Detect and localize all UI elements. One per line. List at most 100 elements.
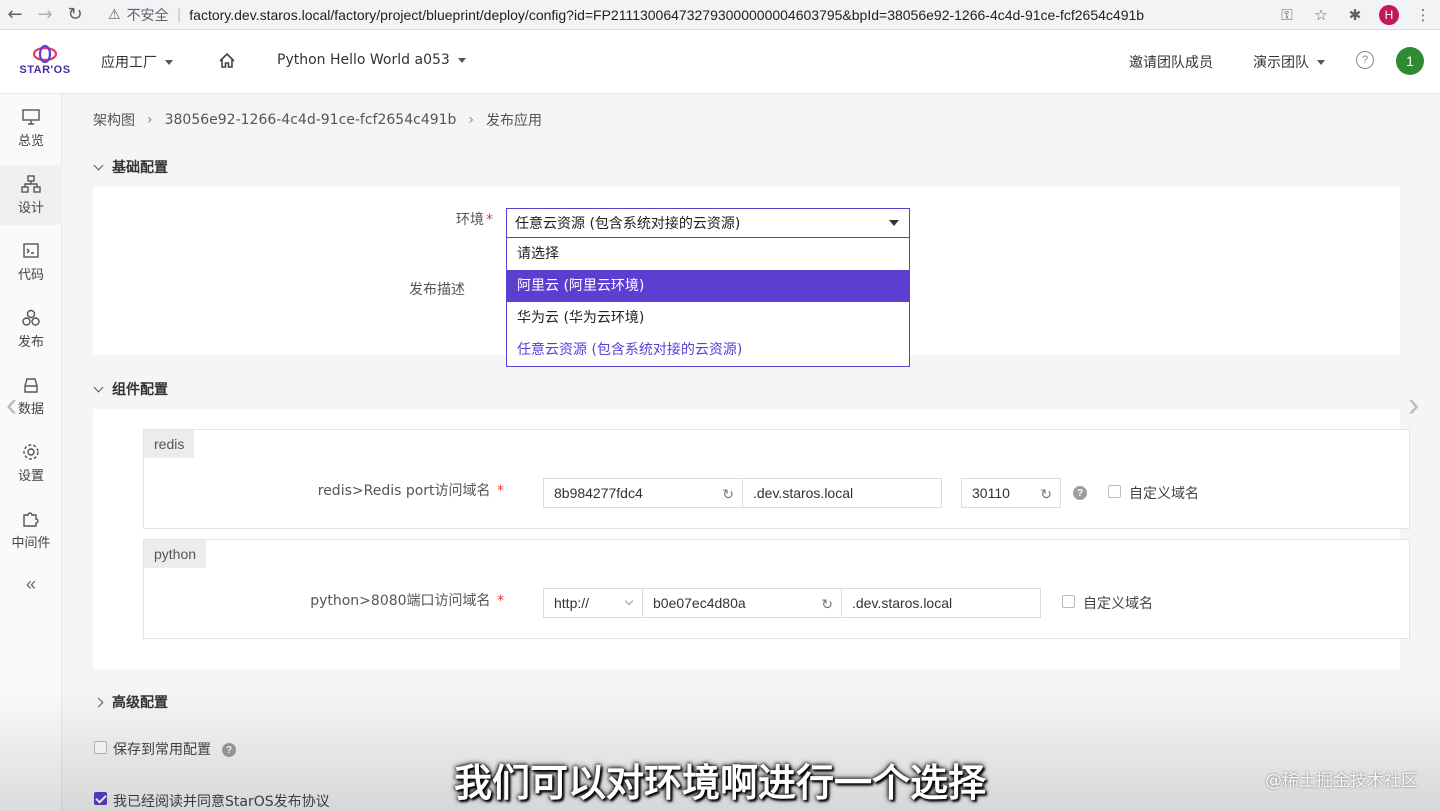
team-menu[interactable]: 演示团队 xyxy=(1253,52,1325,72)
env-option-aliyun[interactable]: 阿里云 (阿里云环境) xyxy=(507,270,909,302)
caret-down-icon xyxy=(457,57,466,63)
back-icon[interactable]: ← xyxy=(0,0,30,30)
breadcrumb-item[interactable]: 架构图 xyxy=(93,110,135,130)
redis-subdomain-input[interactable]: 8b984277fdc4 ↻ xyxy=(543,478,743,508)
breadcrumb: 架构图 › 38056e92-1266-4c4d-91ce-fcf2654c49… xyxy=(93,110,542,130)
refresh-icon[interactable]: ↻ xyxy=(1040,486,1052,503)
section-title: 基础配置 xyxy=(112,160,168,176)
reload-icon[interactable]: ↻ xyxy=(60,0,90,30)
redis-component: redis redis>Redis port访问域名 * 8b984277fdc… xyxy=(143,429,1410,529)
sidebar-item-label: 设计 xyxy=(17,201,44,216)
sidebar-item-label: 总览 xyxy=(17,134,44,149)
app-menu-label: 应用工厂 xyxy=(101,55,157,71)
browser-actions: ⚿ ☆ ✱ H ⋮ xyxy=(1270,0,1440,30)
env-option-placeholder[interactable]: 请选择 xyxy=(507,238,909,270)
refresh-icon[interactable]: ↻ xyxy=(821,596,833,613)
user-avatar[interactable]: 1 xyxy=(1396,47,1424,75)
insecure-label: 不安全 xyxy=(126,8,169,24)
logo[interactable]: STAR'OS xyxy=(18,44,72,84)
forward-icon[interactable]: → xyxy=(30,0,60,30)
more-icon[interactable]: ⋮ xyxy=(1406,0,1440,30)
help-icon[interactable]: ? xyxy=(1356,51,1374,69)
extension-icon[interactable]: ✱ xyxy=(1338,0,1372,30)
sidebar-item-design[interactable]: 设计 xyxy=(0,165,62,225)
component-tag: python xyxy=(144,540,207,568)
main-content: 架构图 › 38056e92-1266-4c4d-91ce-fcf2654c49… xyxy=(63,94,1440,811)
env-label: 环境 * xyxy=(456,212,493,228)
team-menu-label: 演示团队 xyxy=(1253,55,1309,71)
required-mark: * xyxy=(492,483,504,499)
sidebar-item-settings[interactable]: 设置 xyxy=(0,433,62,493)
puzzle-icon xyxy=(23,512,39,527)
basic-config-header[interactable]: 基础配置 xyxy=(93,157,168,177)
invite-label: 邀请团队成员 xyxy=(1129,55,1213,71)
input-value: 30110 xyxy=(972,485,1010,501)
address-bar[interactable]: ⚠ 不安全 | factory.dev.staros.local/factory… xyxy=(108,2,1336,28)
env-option-any-cloud[interactable]: 任意云资源 (包含系统对接的云资源) xyxy=(507,334,909,366)
app-menu[interactable]: 应用工厂 xyxy=(101,52,173,72)
env-select-value: 任意云资源 (包含系统对接的云资源) xyxy=(515,216,741,232)
sidebar-item-label: 设置 xyxy=(17,469,44,484)
question-icon[interactable]: ? xyxy=(1073,486,1087,500)
section-title: 组件配置 xyxy=(112,382,168,398)
breadcrumb-separator: › xyxy=(147,112,153,128)
prev-arrow-icon[interactable]: ‹ xyxy=(6,385,26,425)
python-protocol-select[interactable]: http:// xyxy=(543,588,643,618)
refresh-icon[interactable]: ↻ xyxy=(722,486,734,503)
home-icon[interactable] xyxy=(218,52,236,74)
input-value: .dev.staros.local xyxy=(753,485,854,501)
invite-button[interactable]: 邀请团队成员 xyxy=(1129,52,1213,72)
logo-text: STAR'OS xyxy=(19,64,71,76)
video-subtitle: 我们可以对环境啊进行一个选择 xyxy=(453,761,986,805)
app-header: STAR'OS 应用工厂 Python Hello World a053 邀请团… xyxy=(0,30,1440,94)
python-custom-domain-checkbox[interactable] xyxy=(1062,595,1075,608)
input-value: .dev.staros.local xyxy=(852,595,953,611)
next-arrow-icon[interactable]: › xyxy=(1408,385,1428,425)
breadcrumb-separator: › xyxy=(468,112,475,128)
star-icon[interactable]: ☆ xyxy=(1304,0,1338,30)
breadcrumb-item: 发布应用 xyxy=(486,113,543,129)
custom-domain-label: 自定义域名 xyxy=(1129,486,1199,502)
profile-button[interactable]: H xyxy=(1372,0,1406,30)
env-dropdown: 请选择 阿里云 (阿里云环境) 华为云 (华为云环境) 任意云资源 (包含系统对… xyxy=(506,237,910,367)
python-domain-input[interactable]: .dev.staros.local xyxy=(841,588,1041,618)
logo-icon xyxy=(32,44,58,64)
collapse-sidebar-icon[interactable]: « xyxy=(0,574,62,595)
sidebar-item-publish[interactable]: 发布 xyxy=(0,299,62,359)
chevron-down-icon xyxy=(93,160,104,170)
caret-down-icon xyxy=(165,59,173,65)
breadcrumb-item[interactable]: 38056e92-1266-4c4d-91ce-fcf2654c491b xyxy=(165,112,457,128)
chevron-down-icon xyxy=(624,596,634,606)
project-menu-label: Python Hello World a053 xyxy=(277,52,450,68)
python-component: python python>8080端口访问域名 * http:// b0e07… xyxy=(143,539,1410,639)
env-option-huawei[interactable]: 华为云 (华为云环境) xyxy=(507,302,909,334)
redis-port-input[interactable]: 30110 ↻ xyxy=(961,478,1061,508)
redis-custom-domain-checkbox[interactable] xyxy=(1108,485,1121,498)
monitor-icon xyxy=(22,109,40,125)
desc-label: 发布描述 xyxy=(409,282,465,298)
key-icon[interactable]: ⚿ xyxy=(1270,0,1304,30)
sidebar: 总览 设计 代码 发布 数据 设置 中间件 « xyxy=(0,94,62,811)
component-tag: redis xyxy=(144,430,195,458)
cluster-icon xyxy=(22,309,40,326)
sitemap-icon xyxy=(21,175,41,193)
input-value: b0e07ec4d80a xyxy=(653,595,746,611)
sidebar-item-code[interactable]: 代码 xyxy=(0,232,62,292)
caret-down-icon xyxy=(1317,59,1325,65)
component-config-header[interactable]: 组件配置 xyxy=(93,379,168,399)
project-menu[interactable]: Python Hello World a053 xyxy=(277,52,466,68)
warning-icon: ⚠ xyxy=(108,7,121,23)
env-select[interactable]: 任意云资源 (包含系统对接的云资源) xyxy=(506,208,910,238)
advanced-config-header[interactable]: 高级配置 xyxy=(93,692,168,712)
section-title: 高级配置 xyxy=(112,695,168,711)
sidebar-item-middleware[interactable]: 中间件 xyxy=(0,500,62,560)
required-mark: * xyxy=(486,212,493,228)
code-icon xyxy=(23,243,39,258)
python-subdomain-input[interactable]: b0e07ec4d80a ↻ xyxy=(642,588,842,618)
url-divider: | xyxy=(176,7,182,23)
sidebar-item-overview[interactable]: 总览 xyxy=(0,98,62,158)
chevron-down-icon xyxy=(93,382,104,392)
redis-domain-label: redis>Redis port访问域名 * xyxy=(317,483,504,499)
gear-icon xyxy=(23,444,39,460)
redis-domain-input[interactable]: .dev.staros.local xyxy=(742,478,942,508)
